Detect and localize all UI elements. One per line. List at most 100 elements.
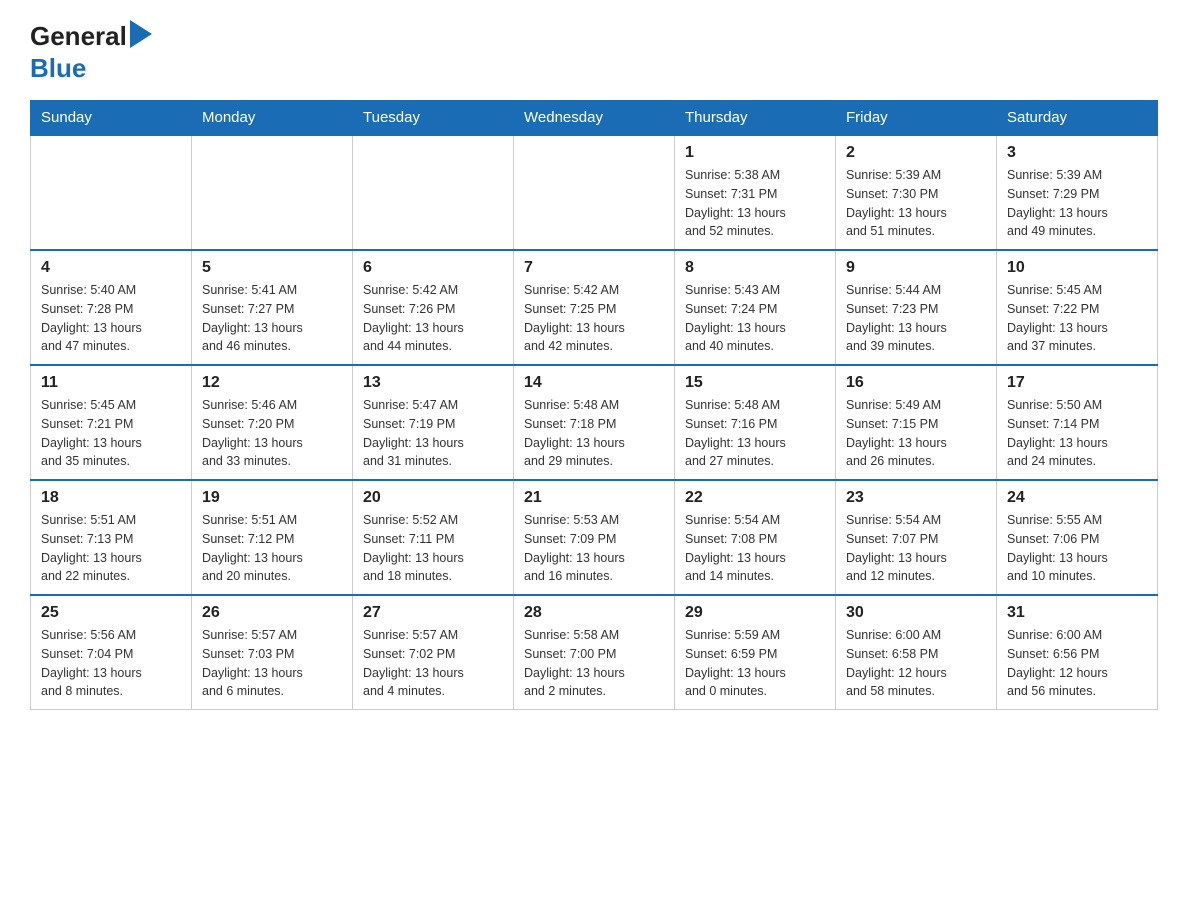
- weekday-header-sunday: Sunday: [31, 101, 192, 136]
- calendar-cell: 20 Sunrise: 5:52 AMSunset: 7:11 PMDayligh…: [353, 480, 514, 595]
- week-row-5: 25 Sunrise: 5:56 AMSunset: 7:04 PMDayligh…: [31, 595, 1158, 710]
- day-info: Sunrise: 5:45 AMSunset: 7:21 PMDaylight:…: [41, 396, 181, 471]
- day-number: 5: [202, 259, 342, 277]
- weekday-header-monday: Monday: [192, 101, 353, 136]
- calendar-cell: 13 Sunrise: 5:47 AMSunset: 7:19 PMDayligh…: [353, 365, 514, 480]
- day-number: 13: [363, 374, 503, 392]
- day-info: Sunrise: 5:51 AMSunset: 7:12 PMDaylight:…: [202, 511, 342, 586]
- calendar-cell: 2Sunrise: 5:39 AMSunset: 7:30 PMDaylight…: [836, 135, 997, 250]
- calendar-cell: 8 Sunrise: 5:43 AMSunset: 7:24 PMDaylight…: [675, 250, 836, 365]
- day-info: Sunrise: 5:49 AMSunset: 7:15 PMDaylight:…: [846, 396, 986, 471]
- calendar-cell: 7 Sunrise: 5:42 AMSunset: 7:25 PMDaylight…: [514, 250, 675, 365]
- weekday-header-row: SundayMondayTuesdayWednesdayThursdayFrid…: [31, 101, 1158, 136]
- calendar-cell: 21 Sunrise: 5:53 AMSunset: 7:09 PMDayligh…: [514, 480, 675, 595]
- day-info: Sunrise: 6:00 AMSunset: 6:56 PMDaylight:…: [1007, 626, 1147, 701]
- day-info: Sunrise: 5:42 AMSunset: 7:26 PMDaylight:…: [363, 281, 503, 356]
- day-info: Sunrise: 5:45 AMSunset: 7:22 PMDaylight:…: [1007, 281, 1147, 356]
- calendar-cell: 24 Sunrise: 5:55 AMSunset: 7:06 PMDayligh…: [997, 480, 1158, 595]
- day-info: Sunrise: 5:57 AMSunset: 7:02 PMDaylight:…: [363, 626, 503, 701]
- day-info: Sunrise: 5:51 AMSunset: 7:13 PMDaylight:…: [41, 511, 181, 586]
- page-header: General Blue: [30, 20, 1158, 84]
- calendar-cell: [31, 135, 192, 250]
- day-number: 3: [1007, 144, 1147, 162]
- calendar-cell: 12Sunrise: 5:46 AMSunset: 7:20 PMDayligh…: [192, 365, 353, 480]
- day-info: Sunrise: 5:48 AMSunset: 7:16 PMDaylight:…: [685, 396, 825, 471]
- day-number: 1: [685, 144, 825, 162]
- calendar-cell: 29 Sunrise: 5:59 AMSunset: 6:59 PMDayligh…: [675, 595, 836, 710]
- week-row-3: 11 Sunrise: 5:45 AMSunset: 7:21 PMDayligh…: [31, 365, 1158, 480]
- calendar-cell: 6 Sunrise: 5:42 AMSunset: 7:26 PMDaylight…: [353, 250, 514, 365]
- calendar-cell: 10 Sunrise: 5:45 AMSunset: 7:22 PMDayligh…: [997, 250, 1158, 365]
- day-number: 22: [685, 489, 825, 507]
- calendar-cell: 5Sunrise: 5:41 AMSunset: 7:27 PMDaylight…: [192, 250, 353, 365]
- day-number: 6: [363, 259, 503, 277]
- day-info: Sunrise: 5:42 AMSunset: 7:25 PMDaylight:…: [524, 281, 664, 356]
- day-info: Sunrise: 5:57 AMSunset: 7:03 PMDaylight:…: [202, 626, 342, 701]
- logo: General Blue: [30, 20, 154, 84]
- day-info: Sunrise: 5:52 AMSunset: 7:11 PMDaylight:…: [363, 511, 503, 586]
- day-info: Sunrise: 5:58 AMSunset: 7:00 PMDaylight:…: [524, 626, 664, 701]
- day-number: 25: [41, 604, 181, 622]
- weekday-header-tuesday: Tuesday: [353, 101, 514, 136]
- weekday-header-thursday: Thursday: [675, 101, 836, 136]
- day-info: Sunrise: 5:59 AMSunset: 6:59 PMDaylight:…: [685, 626, 825, 701]
- weekday-header-wednesday: Wednesday: [514, 101, 675, 136]
- week-row-2: 4Sunrise: 5:40 AMSunset: 7:28 PMDaylight…: [31, 250, 1158, 365]
- day-info: Sunrise: 5:43 AMSunset: 7:24 PMDaylight:…: [685, 281, 825, 356]
- day-info: Sunrise: 5:47 AMSunset: 7:19 PMDaylight:…: [363, 396, 503, 471]
- calendar-cell: 3 Sunrise: 5:39 AMSunset: 7:29 PMDaylight…: [997, 135, 1158, 250]
- calendar-cell: 16Sunrise: 5:49 AMSunset: 7:15 PMDayligh…: [836, 365, 997, 480]
- day-number: 8: [685, 259, 825, 277]
- day-number: 19: [202, 489, 342, 507]
- day-number: 2: [846, 144, 986, 162]
- logo-general-text: General: [30, 21, 127, 52]
- day-number: 27: [363, 604, 503, 622]
- day-number: 7: [524, 259, 664, 277]
- calendar-cell: 31 Sunrise: 6:00 AMSunset: 6:56 PMDayligh…: [997, 595, 1158, 710]
- day-number: 28: [524, 604, 664, 622]
- week-row-4: 18Sunrise: 5:51 AMSunset: 7:13 PMDayligh…: [31, 480, 1158, 595]
- calendar-cell: [192, 135, 353, 250]
- day-number: 15: [685, 374, 825, 392]
- calendar-cell: 9Sunrise: 5:44 AMSunset: 7:23 PMDaylight…: [836, 250, 997, 365]
- day-number: 21: [524, 489, 664, 507]
- day-number: 10: [1007, 259, 1147, 277]
- day-number: 17: [1007, 374, 1147, 392]
- day-number: 24: [1007, 489, 1147, 507]
- calendar-cell: 1 Sunrise: 5:38 AMSunset: 7:31 PMDaylight…: [675, 135, 836, 250]
- day-number: 9: [846, 259, 986, 277]
- day-info: Sunrise: 5:48 AMSunset: 7:18 PMDaylight:…: [524, 396, 664, 471]
- day-info: Sunrise: 5:53 AMSunset: 7:09 PMDaylight:…: [524, 511, 664, 586]
- day-number: 23: [846, 489, 986, 507]
- calendar-cell: 22 Sunrise: 5:54 AMSunset: 7:08 PMDayligh…: [675, 480, 836, 595]
- calendar-cell: 17 Sunrise: 5:50 AMSunset: 7:14 PMDayligh…: [997, 365, 1158, 480]
- calendar-cell: 15 Sunrise: 5:48 AMSunset: 7:16 PMDayligh…: [675, 365, 836, 480]
- day-number: 11: [41, 374, 181, 392]
- day-info: Sunrise: 5:50 AMSunset: 7:14 PMDaylight:…: [1007, 396, 1147, 471]
- calendar-cell: 23 Sunrise: 5:54 AMSunset: 7:07 PMDayligh…: [836, 480, 997, 595]
- day-info: Sunrise: 5:56 AMSunset: 7:04 PMDaylight:…: [41, 626, 181, 701]
- day-info: Sunrise: 5:54 AMSunset: 7:07 PMDaylight:…: [846, 511, 986, 586]
- calendar-table: SundayMondayTuesdayWednesdayThursdayFrid…: [30, 100, 1158, 710]
- weekday-header-saturday: Saturday: [997, 101, 1158, 136]
- weekday-header-friday: Friday: [836, 101, 997, 136]
- calendar-cell: 4Sunrise: 5:40 AMSunset: 7:28 PMDaylight…: [31, 250, 192, 365]
- day-number: 26: [202, 604, 342, 622]
- week-row-1: 1 Sunrise: 5:38 AMSunset: 7:31 PMDaylight…: [31, 135, 1158, 250]
- logo-blue-text: Blue: [30, 53, 86, 83]
- day-number: 31: [1007, 604, 1147, 622]
- day-number: 29: [685, 604, 825, 622]
- calendar-cell: [514, 135, 675, 250]
- calendar-cell: 11 Sunrise: 5:45 AMSunset: 7:21 PMDayligh…: [31, 365, 192, 480]
- logo-flag-icon: [130, 20, 152, 48]
- day-info: Sunrise: 5:54 AMSunset: 7:08 PMDaylight:…: [685, 511, 825, 586]
- day-info: Sunrise: 5:38 AMSunset: 7:31 PMDaylight:…: [685, 166, 825, 241]
- calendar-cell: 25 Sunrise: 5:56 AMSunset: 7:04 PMDayligh…: [31, 595, 192, 710]
- day-info: Sunrise: 5:39 AMSunset: 7:29 PMDaylight:…: [1007, 166, 1147, 241]
- day-number: 20: [363, 489, 503, 507]
- day-number: 12: [202, 374, 342, 392]
- day-number: 30: [846, 604, 986, 622]
- day-info: Sunrise: 5:55 AMSunset: 7:06 PMDaylight:…: [1007, 511, 1147, 586]
- calendar-cell: 19 Sunrise: 5:51 AMSunset: 7:12 PMDayligh…: [192, 480, 353, 595]
- day-info: Sunrise: 5:40 AMSunset: 7:28 PMDaylight:…: [41, 281, 181, 356]
